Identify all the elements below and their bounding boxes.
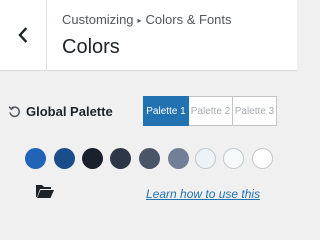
page-title: Colors [62, 36, 120, 58]
palette-color-4-swatch[interactable] [110, 148, 131, 169]
breadcrumb-parent: Customizing [62, 12, 134, 27]
palette-color-2-swatch[interactable] [54, 148, 75, 169]
chevron-left-icon [18, 27, 28, 43]
learn-how-link[interactable]: Learn how to use this [146, 187, 260, 201]
reset-icon[interactable] [8, 105, 21, 118]
back-button[interactable] [0, 0, 47, 70]
global-palette-label: Global Palette [26, 104, 113, 119]
tab-palette-2[interactable]: Palette 2 [188, 96, 233, 126]
palette-color-5-swatch[interactable] [139, 148, 160, 169]
panel-header: Customizing ▸ Colors & Fonts Colors [0, 0, 297, 71]
tab-palette-3[interactable]: Palette 3 [232, 96, 277, 126]
folder-open-icon[interactable] [35, 183, 55, 199]
palette-color-7-swatch[interactable] [195, 148, 216, 169]
tab-palette-1[interactable]: Palette 1 [143, 96, 189, 126]
breadcrumb: Customizing ▸ Colors & Fonts [62, 12, 232, 27]
palette-color-6-swatch[interactable] [168, 148, 189, 169]
palette-color-3-swatch[interactable] [82, 148, 103, 169]
palette-tabs: Palette 1 Palette 2 Palette 3 [143, 96, 277, 126]
palette-color-1-swatch[interactable] [25, 148, 46, 169]
palette-color-9-swatch[interactable] [252, 148, 273, 169]
breadcrumb-section: Colors & Fonts [145, 12, 232, 27]
breadcrumb-separator: ▸ [137, 16, 142, 25]
global-palette-header: Global Palette [8, 104, 113, 119]
palette-color-8-swatch[interactable] [223, 148, 244, 169]
